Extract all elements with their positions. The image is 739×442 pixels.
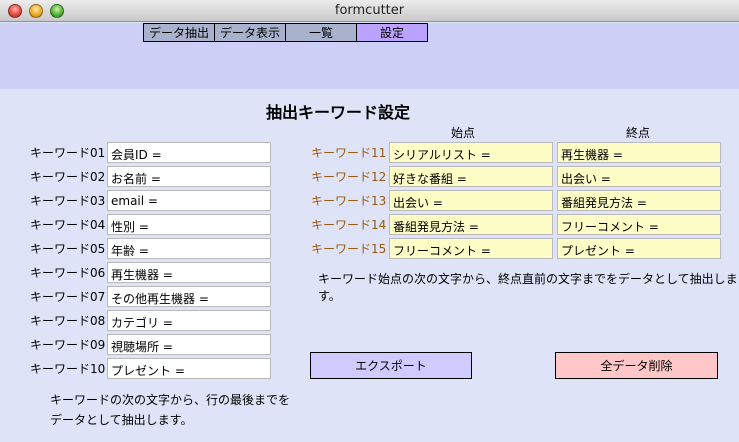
range-keyword-label: キーワード13 — [311, 194, 387, 208]
range-end-input[interactable]: 再生機器 = — [557, 142, 721, 163]
delete-all-data-button[interactable]: 全データ削除 — [555, 352, 718, 379]
keyword-label: キーワード08 — [30, 314, 106, 328]
range-keyword-label: キーワード14 — [311, 218, 387, 232]
range-keyword-label: キーワード15 — [311, 242, 387, 256]
range-end-input[interactable]: 番組発見方法 = — [557, 190, 721, 211]
keyword-label: キーワード01 — [30, 146, 106, 160]
keyword-label: キーワード02 — [30, 170, 106, 184]
tab-data-view[interactable]: データ表示 — [214, 23, 286, 42]
range-keyword-label: キーワード11 — [311, 146, 387, 160]
keyword-input[interactable]: 会員ID = — [107, 142, 271, 163]
keyword-input[interactable]: email = — [107, 190, 271, 211]
keyword-label: キーワード05 — [30, 242, 106, 256]
keyword-label: キーワード09 — [30, 338, 106, 352]
page-title: 抽出キーワード設定 — [265, 103, 410, 122]
range-end-input[interactable]: 出会い = — [557, 166, 721, 187]
range-end-input[interactable]: プレゼント = — [557, 238, 721, 259]
tab-bar: データ抽出 データ表示 一覧 設定 — [143, 23, 428, 42]
tab-settings[interactable]: 設定 — [356, 23, 428, 42]
end-column-header: 終点 — [626, 126, 651, 140]
line-extract-note-line2: データとして抽出します。 — [50, 413, 193, 427]
range-start-input[interactable]: フリーコメント = — [389, 238, 553, 259]
header-band: データ抽出 データ表示 一覧 設定 — [0, 23, 739, 89]
keyword-input[interactable]: プレゼント = — [107, 358, 271, 379]
range-start-input[interactable]: 出会い = — [389, 190, 553, 211]
keyword-input[interactable]: 性別 = — [107, 214, 271, 235]
keyword-label: キーワード03 — [30, 194, 106, 208]
range-start-input[interactable]: シリアルリスト = — [389, 142, 553, 163]
start-column-header: 始点 — [451, 126, 476, 140]
line-extract-note-line1: キーワードの次の文字から、行の最後までを — [50, 393, 291, 407]
tab-list[interactable]: 一覧 — [285, 23, 357, 42]
title-bar: formcutter — [0, 0, 739, 22]
keyword-label: キーワード07 — [30, 290, 106, 304]
range-extract-note: キーワード始点の次の文字から、終点直前の文字までをデータとして抽出します。 — [318, 272, 738, 303]
range-keyword-label: キーワード12 — [311, 170, 387, 184]
keyword-input[interactable]: その他再生機器 = — [107, 286, 271, 307]
range-start-input[interactable]: 番組発見方法 = — [389, 214, 553, 235]
keyword-label: キーワード10 — [30, 362, 106, 376]
tab-data-extract[interactable]: データ抽出 — [143, 23, 215, 42]
keyword-input[interactable]: 視聴場所 = — [107, 334, 271, 355]
export-button[interactable]: エクスポート — [310, 352, 472, 379]
range-end-input[interactable]: フリーコメント = — [557, 214, 721, 235]
keyword-input[interactable]: 再生機器 = — [107, 262, 271, 283]
range-start-input[interactable]: 好きな番組 = — [389, 166, 553, 187]
keyword-input[interactable]: 年齢 = — [107, 238, 271, 259]
keyword-input[interactable]: お名前 = — [107, 166, 271, 187]
keyword-label: キーワード06 — [30, 266, 106, 280]
window-title: formcutter — [334, 3, 405, 18]
keyword-input[interactable]: カテゴリ = — [107, 310, 271, 331]
keyword-label: キーワード04 — [30, 218, 106, 232]
